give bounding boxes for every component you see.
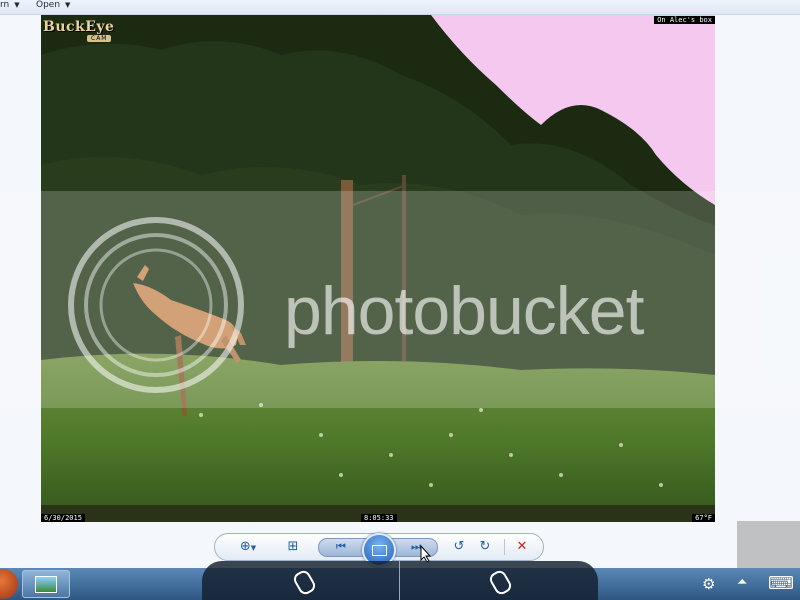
start-button[interactable]	[0, 569, 18, 599]
previous-button[interactable]: ⏮	[333, 539, 349, 555]
time-stamp: 8:05:33	[361, 514, 397, 522]
photo-viewer-icon	[35, 576, 57, 593]
mouse-icon	[487, 568, 514, 597]
delete-x-icon: ✕	[516, 539, 528, 554]
zoom-button[interactable]: ⊕▼	[235, 539, 261, 555]
mouse-icon	[291, 568, 318, 597]
actual-size-button[interactable]: ⊞	[285, 539, 301, 555]
delete-button[interactable]: ✕	[514, 539, 530, 555]
menu-burn-label: rn	[0, 0, 10, 10]
show-hidden-icons-arrow[interactable]: ⏶	[737, 575, 747, 590]
brand-name: BuckEye	[43, 19, 115, 35]
watermark-logo-icon	[68, 217, 244, 393]
previous-icon: ⏮	[336, 540, 346, 553]
keyboard-icon[interactable]: ⌨	[768, 573, 794, 594]
taskbar-photo-viewer[interactable]	[22, 570, 70, 598]
date-stamp: 6/30/2015	[41, 514, 85, 522]
temperature-stamp: 67°F	[692, 514, 715, 522]
toolbar-separator	[504, 539, 505, 555]
watermark-text: photobucket	[284, 273, 645, 349]
menu-bar: rn ▼ Open ▼	[0, 0, 800, 15]
chevron-down-icon: ▼	[14, 1, 20, 9]
magnifier-zoom-icon: ⊕	[239, 539, 251, 554]
chevron-down-icon: ▼	[65, 1, 71, 9]
rotate-ccw-icon: ↺	[453, 539, 465, 554]
slideshow-icon	[372, 545, 387, 556]
rotate-clockwise-button[interactable]: ↻	[477, 539, 493, 555]
brand-sub-label: CAM	[87, 35, 112, 42]
remote-mouse-panel	[202, 561, 598, 600]
chevron-down-icon: ▼	[250, 544, 257, 552]
rotate-counterclockwise-button[interactable]: ↺	[451, 539, 467, 555]
rotate-cw-icon: ↻	[479, 539, 491, 554]
menu-burn[interactable]: rn ▼	[0, 0, 20, 11]
brand-logo: BuckEye	[43, 19, 114, 35]
background-window	[737, 521, 800, 569]
right-mouse-button[interactable]	[400, 561, 597, 600]
menu-open[interactable]: Open ▼	[36, 0, 70, 11]
camera-name-label: On Alec's box	[654, 16, 715, 24]
menu-open-label: Open	[36, 0, 61, 10]
left-mouse-button[interactable]	[202, 561, 399, 600]
settings-gear-icon[interactable]: ⚙	[702, 575, 715, 593]
fit-to-window-icon: ⊞	[287, 539, 299, 554]
viewer-toolbar: ⊕▼ ⊞ ⏮ ⏭ ↺ ↻ ✕	[214, 533, 544, 567]
